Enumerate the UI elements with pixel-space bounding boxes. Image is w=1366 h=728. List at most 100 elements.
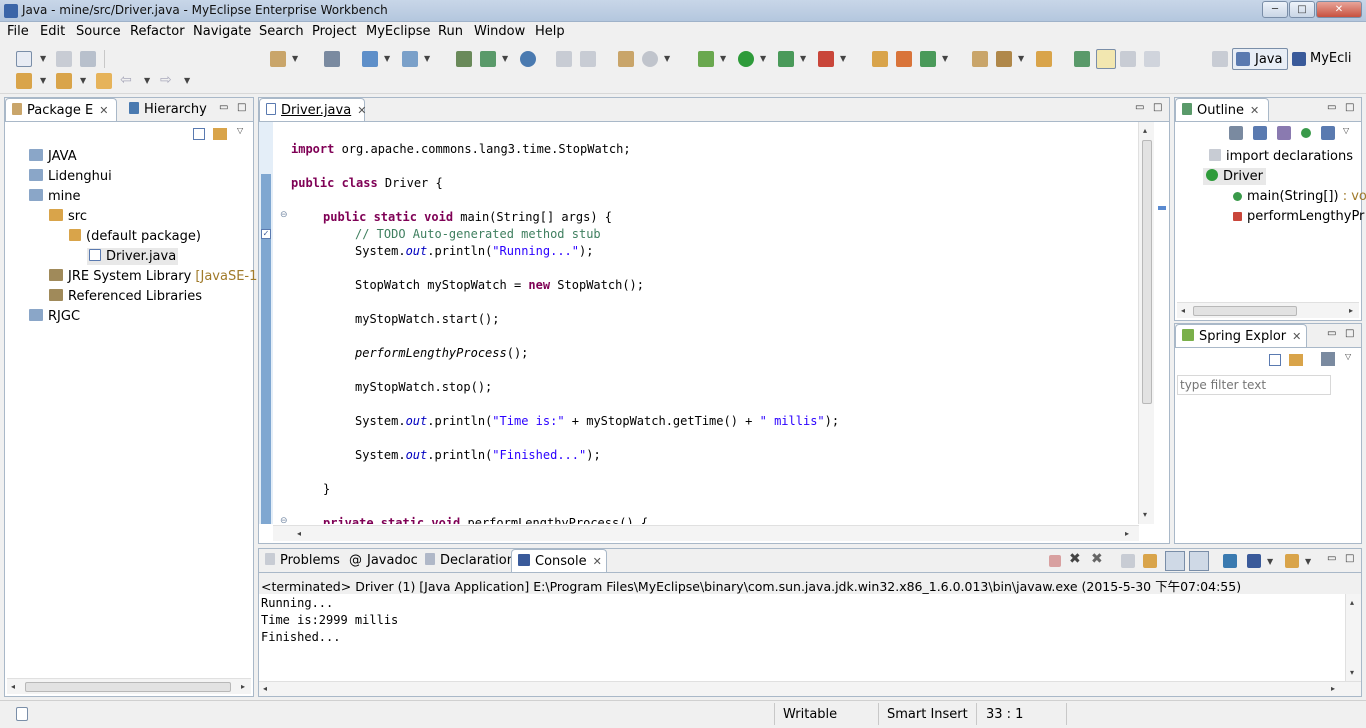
tree-item[interactable]: mine [29,189,81,204]
debug-icon[interactable] [698,51,714,67]
new-ejb-icon[interactable] [896,51,912,67]
chevron-down-icon[interactable]: ▼ [184,76,190,85]
print-icon[interactable] [80,51,96,67]
back-icon[interactable]: ⇦ [120,72,132,88]
gear-icon[interactable] [642,51,658,67]
maximize-view-icon[interactable]: □ [1345,102,1354,113]
tree-item[interactable]: RJGC [29,309,80,324]
menu-file[interactable]: File [7,24,29,39]
chevron-down-icon[interactable]: ▼ [80,76,86,85]
scroll-left-icon[interactable]: ◂ [1181,306,1185,315]
vertical-scrollbar[interactable]: ▴ ▾ [1345,594,1361,681]
whitespace-icon[interactable] [1144,51,1160,67]
outline-item[interactable]: main(String[]) : vo [1233,189,1366,204]
hide-local-types-icon[interactable] [1321,126,1335,140]
next-annotation-icon[interactable] [16,73,32,89]
open-type-icon[interactable] [972,51,988,67]
remove-all-icon[interactable]: ✖ [1091,551,1103,567]
tab-problems[interactable]: Problems [259,549,343,572]
tab-outline[interactable]: Outline ✕ [1175,98,1269,121]
tab-hierarchy[interactable]: Hierarchy [123,98,215,121]
menu-project[interactable]: Project [312,24,356,39]
scroll-left-icon[interactable]: ◂ [11,682,15,691]
maximize-view-icon[interactable]: □ [1345,328,1354,339]
chevron-down-icon[interactable]: ▼ [942,54,948,63]
maximize-view-icon[interactable]: □ [1153,102,1162,113]
chevron-down-icon[interactable]: ▼ [502,54,508,63]
tree-item[interactable]: Lidenghui [29,169,112,184]
scroll-left-icon[interactable]: ◂ [297,529,301,538]
chevron-down-icon[interactable]: ▼ [840,54,846,63]
close-icon[interactable]: ✕ [1250,104,1259,117]
browser-icon[interactable] [362,51,378,67]
minimize-view-icon[interactable]: ▭ [1327,328,1336,339]
new-server-icon[interactable] [270,51,286,67]
perspective-java[interactable]: Java [1232,48,1288,70]
menu-edit[interactable]: Edit [40,24,65,39]
minimize-view-icon[interactable]: ▭ [1135,102,1144,113]
display-console-icon[interactable] [1247,554,1261,568]
task-marker-icon[interactable]: ✓ [261,229,271,239]
new-icon[interactable] [16,51,32,67]
view-menu-icon[interactable]: ▽ [237,126,243,135]
horizontal-scrollbar[interactable]: ◂ ▸ [1177,302,1359,318]
chevron-down-icon[interactable]: ▼ [384,54,390,63]
chevron-down-icon[interactable]: ▼ [1267,557,1273,566]
close-icon[interactable]: ✕ [593,555,602,568]
terminate-icon[interactable] [1049,555,1061,567]
menu-navigate[interactable]: Navigate [193,24,251,39]
scroll-down-icon[interactable]: ▾ [1143,510,1147,519]
scroll-left-icon[interactable]: ◂ [263,684,267,693]
sort-icon[interactable] [1229,126,1243,140]
hide-nonpublic-icon[interactable] [1301,128,1311,138]
menu-refactor[interactable]: Refactor [130,24,185,39]
link-with-editor-icon[interactable] [1289,354,1303,366]
new-package-icon[interactable] [456,51,472,67]
chevron-down-icon[interactable]: ▼ [40,54,46,63]
tab-console[interactable]: Console ✕ [511,549,607,572]
tree-item[interactable]: (default package) [69,229,201,244]
tree-item[interactable]: JRE System Library [JavaSE-1.6] [49,269,275,284]
view-menu-icon[interactable]: ▽ [1343,126,1349,135]
chevron-down-icon[interactable]: ▼ [720,54,726,63]
tab-package-explorer[interactable]: Package E ✕ [5,98,117,121]
horizontal-scrollbar[interactable]: ◂ ▸ [273,525,1139,541]
menu-run[interactable]: Run [438,24,463,39]
fast-view-icon[interactable] [16,707,28,721]
new-web-icon[interactable] [872,51,888,67]
scroll-up-icon[interactable]: ▴ [1350,598,1354,607]
scroll-right-icon[interactable]: ▸ [241,682,245,691]
scroll-right-icon[interactable]: ▸ [1349,306,1353,315]
scroll-thumb[interactable] [25,682,231,692]
terminate-icon[interactable] [580,51,596,67]
disconnect-icon[interactable] [556,51,572,67]
scroll-thumb[interactable] [1142,140,1152,404]
hide-static-icon[interactable] [1277,126,1291,140]
task-icon[interactable] [618,51,634,67]
last-edit-icon[interactable] [96,73,112,89]
tree-item-selected[interactable]: Driver.java [87,248,179,265]
search-icon[interactable] [402,51,418,67]
close-icon[interactable]: ✕ [1292,330,1301,343]
deploy-icon[interactable] [324,51,340,67]
view-menu-icon[interactable]: ▽ [1345,352,1351,361]
menu-window[interactable]: Window [474,24,525,39]
collapse-all-icon[interactable] [1269,354,1281,366]
perspective-myeclipse[interactable]: MyEcli [1292,51,1366,71]
chevron-down-icon[interactable]: ▼ [424,54,430,63]
vertical-scrollbar[interactable]: ▴ ▾ [1138,122,1154,524]
menu-source[interactable]: Source [76,24,121,39]
mark-occurrences-icon[interactable] [1096,49,1116,69]
maximize-view-icon[interactable]: □ [1345,553,1354,564]
horizontal-scrollbar[interactable]: ◂ ▸ [7,678,251,694]
new-class-icon[interactable] [480,51,496,67]
close-icon[interactable]: ✕ [99,104,108,117]
chevron-down-icon[interactable]: ▼ [292,54,298,63]
close-icon[interactable]: ✕ [357,104,366,117]
coverage-icon[interactable] [778,51,794,67]
new-bean-icon[interactable] [920,51,936,67]
link-with-editor-icon[interactable] [213,128,227,140]
minimize-view-icon[interactable]: ▭ [1327,102,1336,113]
code-area[interactable]: import org.apache.commons.lang3.time.Sto… [291,126,1137,524]
remove-launch-icon[interactable]: ✖ [1069,551,1081,567]
